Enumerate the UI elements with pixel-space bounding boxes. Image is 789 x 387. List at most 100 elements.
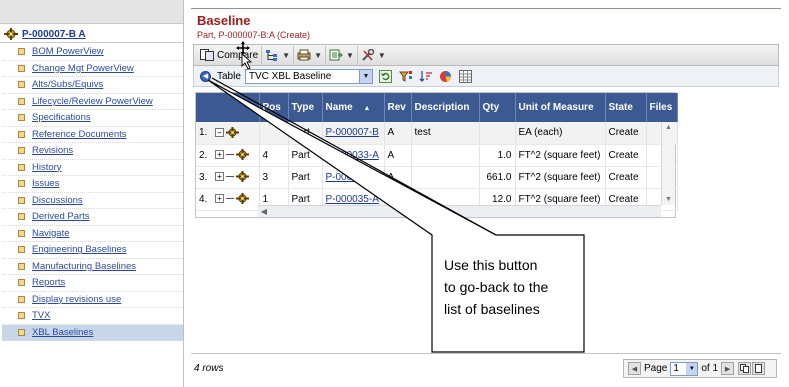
filter-icon [398,70,412,82]
table-label: Table [217,70,241,82]
table-select[interactable]: TVC XBL Baseline ▼ [244,68,373,84]
refresh-button[interactable] [379,69,393,83]
printer-icon [297,49,311,61]
sidebar-item-label[interactable]: Manufacturing Baselines [32,261,136,272]
vertical-scrollbar[interactable]: ▲ ▼ [661,122,675,205]
sidebar-item-label[interactable]: Display revisions use [32,294,121,305]
table-row[interactable]: 1. − Part P-000007-B Atest EA (each) Create [196,122,678,145]
page-view-toggle-button[interactable] [738,362,752,375]
sidebar-item[interactable]: Revisions [2,143,183,160]
part-name-link[interactable]: P-000033-A [326,150,379,161]
filter-button[interactable] [398,69,413,83]
horizontal-scrollbar[interactable]: ◀ [258,205,661,217]
column-header-type[interactable]: Type [288,93,323,122]
part-name-link[interactable]: P-000007-B [326,127,379,138]
sidebar-item[interactable]: Engineering Baselines [2,242,183,259]
next-page-button[interactable]: ▶ [721,362,735,375]
sidebar-item[interactable]: BOM PowerView [2,44,183,61]
part-header[interactable]: P-000007-B A [0,26,183,43]
sidebar-item-label[interactable]: Specifications [32,112,91,123]
column-header-files[interactable]: Files [646,93,678,122]
part-name-link[interactable]: P-00003 [326,172,364,183]
part-name-link[interactable]: P-000035-A [326,194,379,205]
sidebar-item[interactable]: TVX [2,308,183,325]
back-to-baselines-button[interactable]: ◀ [200,70,211,82]
sidebar-item[interactable]: Derived Parts [2,209,183,226]
single-page-view-button[interactable] [752,362,766,375]
column-header-state[interactable]: State [605,93,647,122]
sidebar-item-label[interactable]: Change Mgt PowerView [32,63,134,74]
sidebar-item-label[interactable]: TVX [32,310,50,321]
sidebar-item-label[interactable]: History [32,162,62,173]
table-row[interactable]: 2. +4 Part P-000033-A A 1.0 FT^2 (square feet)… [196,144,678,167]
previous-page-button[interactable]: ◀ [628,362,641,375]
sidebar-item[interactable]: XBL Baselines [2,324,183,341]
column-header-qty[interactable]: Qty [479,93,516,122]
column-header-description[interactable]: Description [411,93,480,122]
main-panel: Baseline Part, P-000007-B:A (Create) Com… [186,0,789,387]
sort-button[interactable] [419,69,433,83]
bottom-divider [191,353,781,354]
sidebar-item[interactable]: Lifecycle/Review PowerView [2,94,183,110]
toolbar: Compare ▼ ▼ ▼ ▼ [193,44,779,66]
baseline-grid: Pos Type Name ▲ Rev Description Qty Unit… [195,92,678,218]
callout-line: list of baselines [444,301,540,317]
scroll-left-icon[interactable]: ◀ [258,206,270,217]
sidebar-item[interactable]: Reference Documents [2,127,183,143]
sidebar-item[interactable]: Issues [2,176,183,193]
sidebar-item[interactable]: History [2,160,183,176]
sidebar-item-label[interactable]: XBL Baselines [32,327,93,338]
collapse-icon[interactable]: − [215,128,224,138]
list-bullet-icon [18,213,25,221]
sidebar-item-label[interactable]: BOM PowerView [32,46,104,57]
sidebar-item-label[interactable]: Revisions [32,145,73,156]
part-number-link[interactable]: P-000007-B A [22,29,86,40]
sidebar-item[interactable]: Display revisions use [2,292,183,308]
column-header-name[interactable]: Name ▲ [322,93,385,122]
list-bullet-icon [18,163,25,171]
sidebar-item-label[interactable]: Engineering Baselines [32,244,127,255]
sidebar-item-label[interactable]: Lifecycle/Review PowerView [32,96,153,107]
expand-icon[interactable]: + [215,194,224,204]
table-bar: ◀ Table TVC XBL Baseline ▼ [193,66,779,87]
table-row[interactable]: 3. +3 Part P-00003 A 661.0 FT^2 (square feet) C… [196,166,678,189]
sidebar-item[interactable]: Manufacturing Baselines [2,259,183,275]
chevron-down-icon: ▼ [282,50,291,60]
callout-line: Use this button [444,257,538,273]
chevron-down-icon: ▼ [377,50,386,60]
scroll-down-icon[interactable]: ▼ [662,194,675,205]
expand-icon[interactable]: + [215,150,224,160]
chart-button[interactable] [439,69,453,83]
column-header-uom[interactable]: Unit of Measure [515,93,606,122]
scroll-up-icon[interactable]: ▲ [662,122,675,133]
description-cell [411,144,480,167]
page-select[interactable]: 1 ▼ [670,361,699,376]
sidebar-item[interactable]: Navigate [2,226,183,242]
sidebar-item-label[interactable]: Issues [32,178,59,189]
pos-cell: 3 [259,166,289,189]
sidebar-item[interactable]: Discussions [2,193,183,209]
sidebar-item[interactable]: Alts/Subs/Equivs [2,77,183,94]
sidebar-nav: BOM PowerView Change Mgt PowerView Alts/Su… [0,43,183,341]
sidebar-item[interactable]: Specifications [2,110,183,127]
sidebar-item[interactable]: Reports [2,275,183,292]
column-header-rev[interactable]: Rev [384,93,412,122]
sidebar-item-label[interactable]: Discussions [32,195,83,206]
sidebar-item-label[interactable]: Navigate [32,228,70,239]
expand-icon[interactable]: + [215,172,224,182]
structure-menu-button[interactable]: ▼ [262,46,295,64]
part-icon [236,193,249,205]
structure-icon [266,49,278,61]
sidebar-item-label[interactable]: Reference Documents [32,129,127,140]
sidebar-item-label[interactable]: Reports [32,277,65,288]
pos-cell [259,122,289,145]
column-chooser-button[interactable] [459,69,473,83]
sidebar-item[interactable]: Change Mgt PowerView [2,61,183,77]
compare-button[interactable]: Compare [197,46,263,64]
column-header-pos[interactable]: Pos [259,93,289,122]
sidebar-item-label[interactable]: Alts/Subs/Equivs [32,79,103,90]
print-menu-button[interactable]: ▼ [294,46,326,64]
export-menu-button[interactable]: ▼ [326,46,358,64]
tools-menu-button[interactable]: ▼ [358,46,389,64]
sidebar-item-label[interactable]: Derived Parts [32,211,90,222]
